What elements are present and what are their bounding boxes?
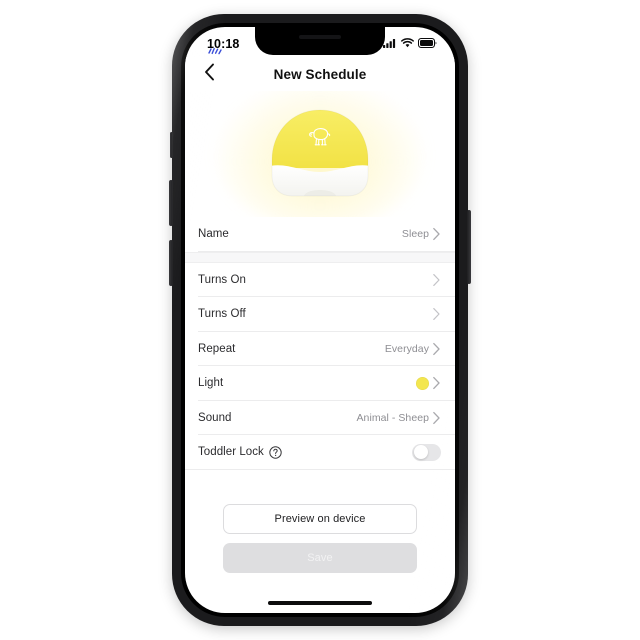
- power-button[interactable]: [467, 210, 471, 284]
- chevron-right-icon: [432, 227, 441, 241]
- row-accessory: [412, 443, 441, 461]
- list-row-light[interactable]: Light: [185, 366, 455, 401]
- chevron-left-icon: [204, 63, 215, 86]
- list-row-sound[interactable]: Sound Animal - Sheep: [185, 400, 455, 435]
- wifi-icon: [401, 35, 414, 53]
- question-mark-circle-icon[interactable]: [269, 446, 282, 459]
- sheep-icon: [305, 125, 335, 149]
- home-indicator[interactable]: [268, 601, 372, 605]
- phone-device-frame: 10:18 New Schedule Name Sleep Turns On T…: [169, 14, 471, 626]
- page-title: New Schedule: [273, 66, 367, 82]
- chevron-right-icon: [432, 376, 441, 390]
- night-light-dome-icon: [266, 108, 374, 200]
- volume-up-button[interactable]: [169, 180, 173, 226]
- phone-screen: 10:18 New Schedule Name Sleep Turns On T…: [185, 27, 455, 613]
- list-row-turns-on[interactable]: Turns On: [185, 262, 455, 297]
- light-color-swatch: [416, 376, 429, 390]
- status-bar-icons: [383, 35, 437, 53]
- row-accessory: Sleep: [402, 227, 441, 241]
- earpiece-speaker: [299, 35, 341, 39]
- row-label: Turns On: [198, 273, 246, 286]
- chevron-right-icon: [432, 307, 441, 321]
- notch: [255, 27, 385, 55]
- preview-on-device-button[interactable]: Preview on device: [223, 504, 417, 534]
- action-button-group: Preview on device Save: [185, 504, 455, 573]
- row-accessory: [429, 273, 441, 287]
- navigation-bar: New Schedule: [185, 57, 455, 91]
- list-row-turns-off[interactable]: Turns Off: [185, 297, 455, 332]
- list-group-separator: [185, 251, 455, 263]
- row-label: Turns Off: [198, 308, 246, 321]
- row-label: Light: [198, 377, 224, 390]
- activity-indicator-icon: [207, 43, 225, 55]
- row-accessory: [416, 376, 441, 390]
- row-accessory: [429, 307, 441, 321]
- row-label: Sound: [198, 411, 232, 424]
- row-value: Animal - Sheep: [356, 411, 429, 424]
- row-label: Name: [198, 228, 229, 241]
- screenshot-canvas: 10:18 New Schedule Name Sleep Turns On T…: [0, 0, 640, 640]
- back-button[interactable]: [197, 62, 221, 86]
- list-row-name[interactable]: Name Sleep: [185, 217, 455, 252]
- toddler-lock-toggle[interactable]: [412, 443, 441, 461]
- chevron-right-icon: [432, 342, 441, 356]
- list-row-repeat[interactable]: Repeat Everyday: [185, 331, 455, 366]
- silent-switch[interactable]: [170, 132, 173, 158]
- row-accessory: Animal - Sheep: [357, 411, 442, 425]
- toggle-knob: [413, 445, 428, 460]
- save-button[interactable]: Save: [223, 543, 417, 573]
- row-label: Toddler Lock: [198, 446, 264, 459]
- row-accessory: Everyday: [385, 342, 441, 356]
- battery-icon: [418, 35, 437, 53]
- row-value: Everyday: [384, 342, 429, 355]
- list-row-toddler-lock[interactable]: Toddler Lock: [185, 435, 455, 470]
- row-value: Sleep: [401, 228, 429, 241]
- schedule-settings-list: Name Sleep Turns On Turns Off Repeat Eve…: [185, 217, 455, 470]
- chevron-right-icon: [432, 273, 441, 287]
- chevron-right-icon: [432, 411, 441, 425]
- row-label: Repeat: [198, 342, 236, 355]
- volume-down-button[interactable]: [169, 240, 173, 286]
- device-illustration: [185, 91, 455, 217]
- cellular-signal-icon: [383, 35, 397, 53]
